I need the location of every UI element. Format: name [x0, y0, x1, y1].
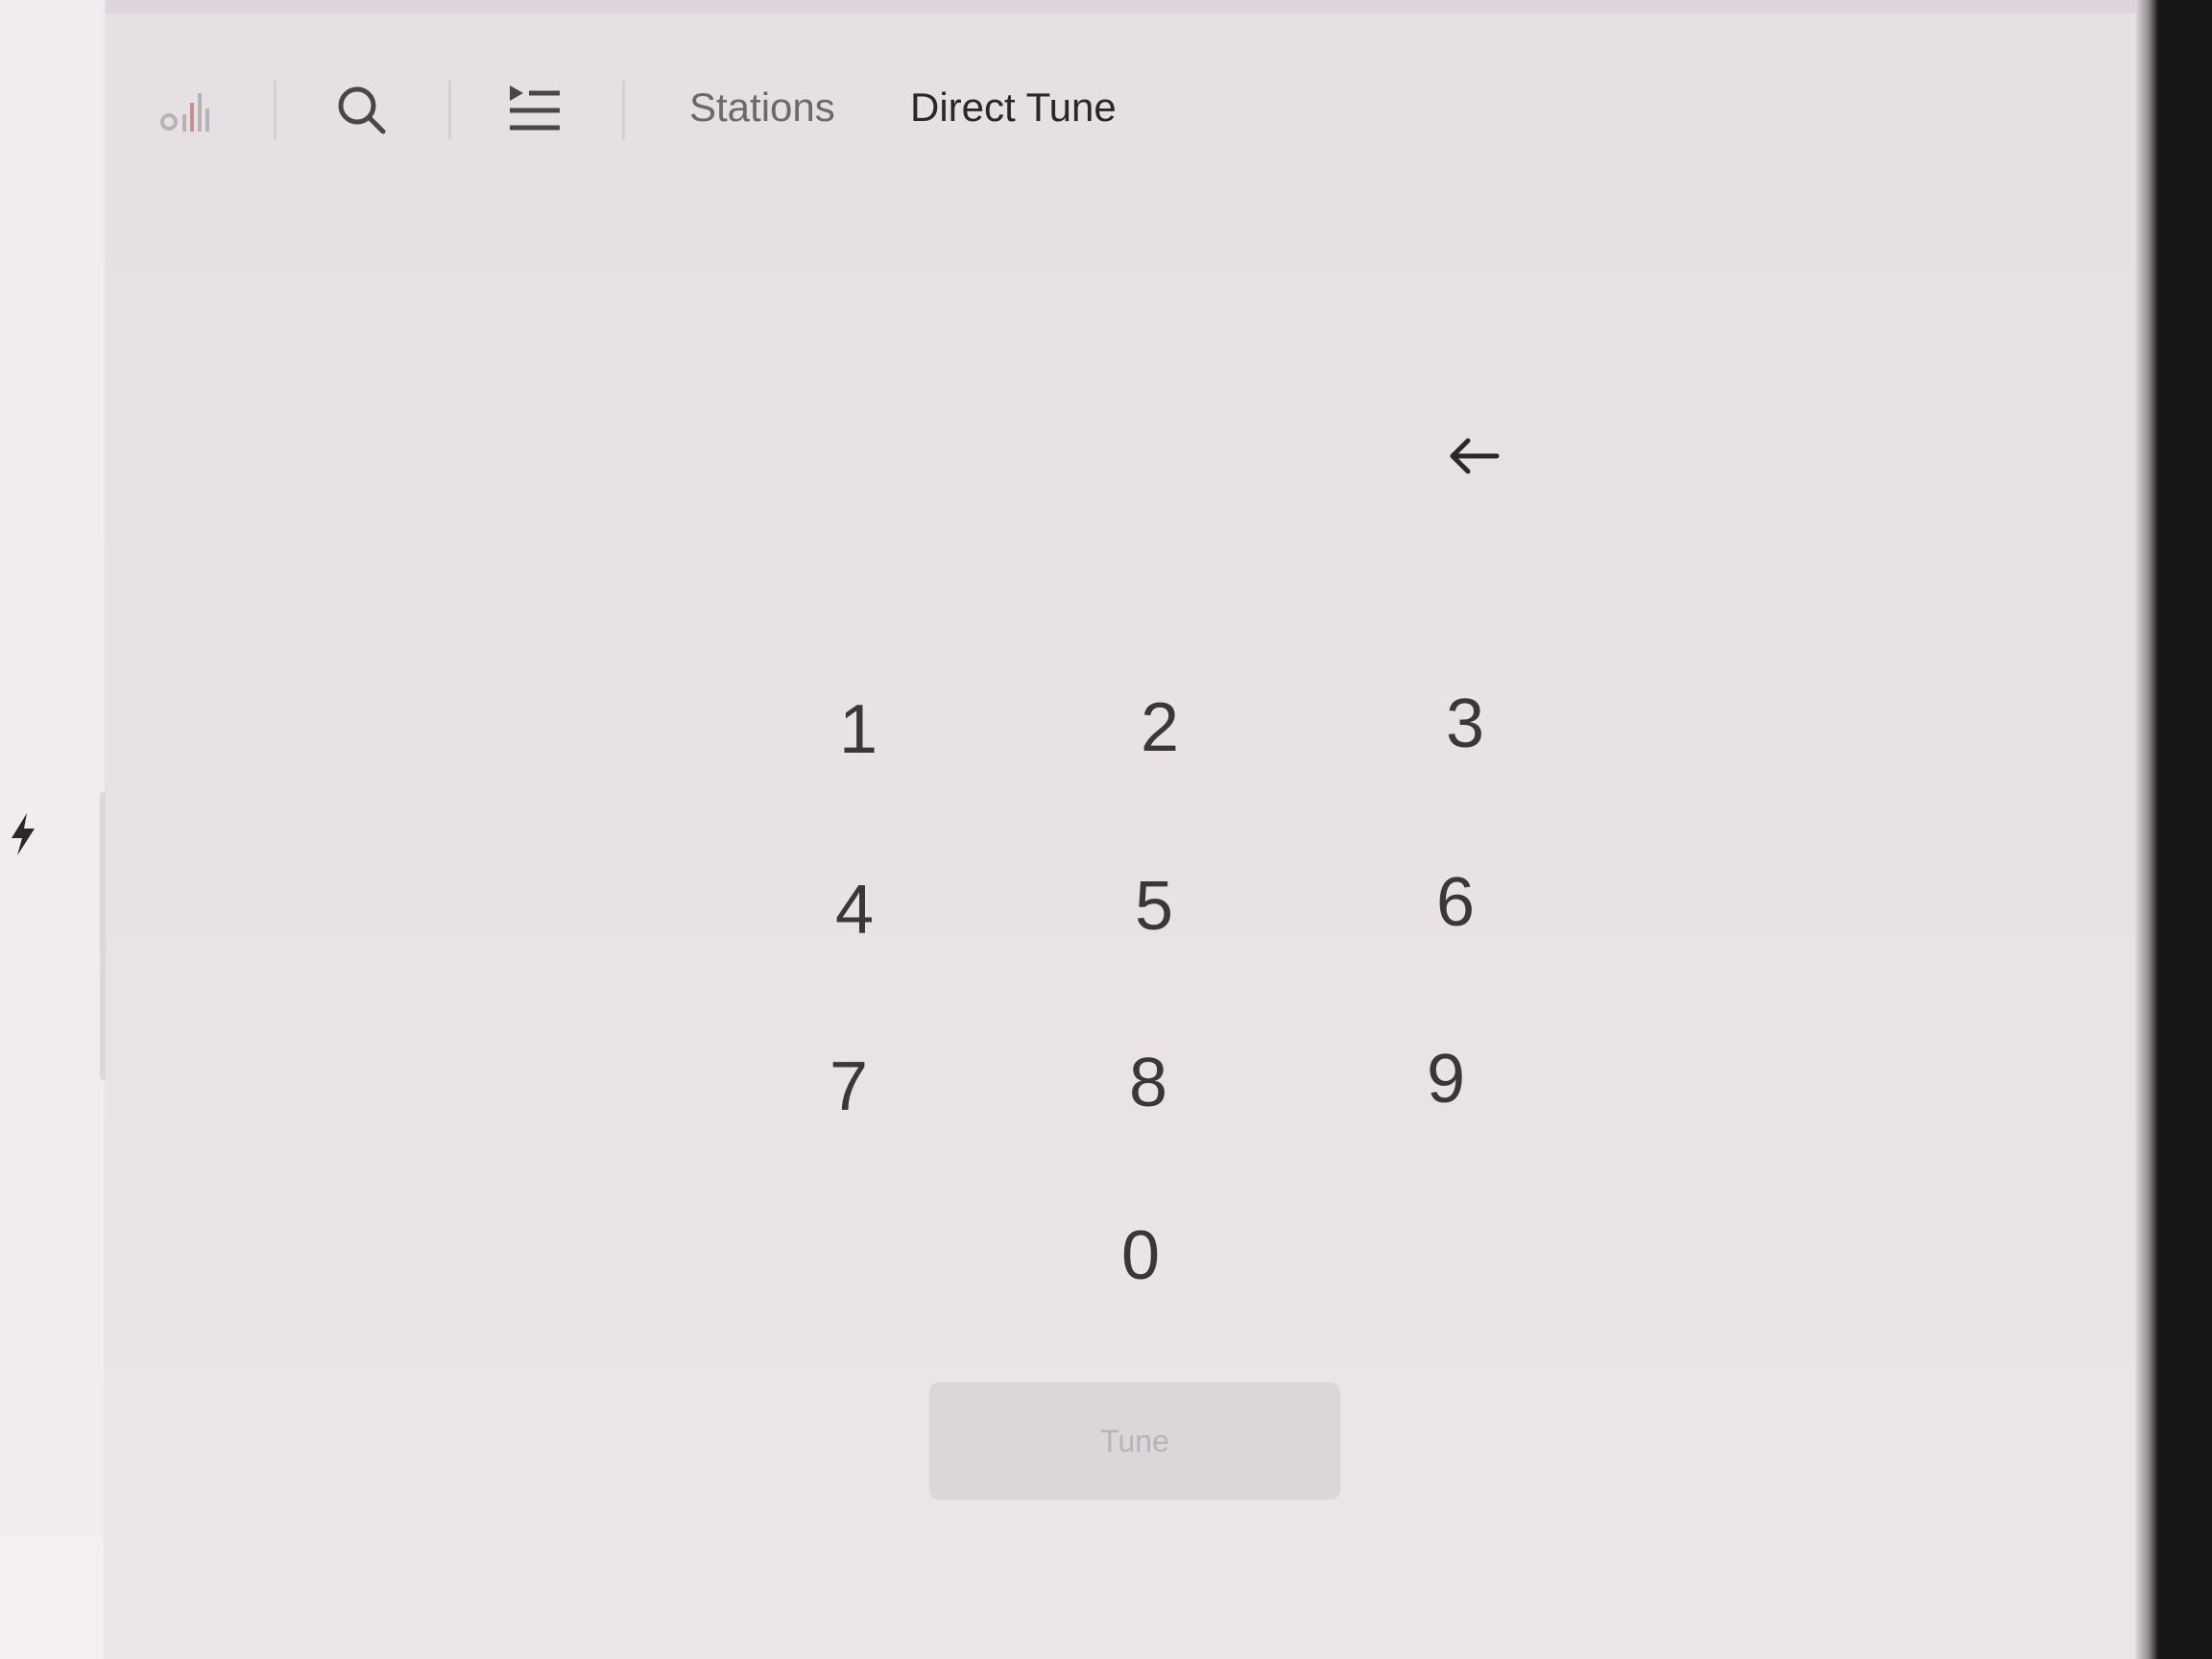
keypad-key-3[interactable]: 3 [1407, 666, 1523, 781]
keypad-key-5[interactable]: 5 [1096, 849, 1212, 964]
top-navigation: Stations Direct Tune [106, 67, 1354, 154]
nav-separator [448, 81, 451, 140]
keypad-key-0[interactable]: 0 [1083, 1198, 1198, 1313]
nav-separator [274, 81, 276, 140]
top-edge [106, 0, 2135, 13]
search-icon[interactable] [328, 77, 396, 144]
tune-button[interactable]: Tune [929, 1382, 1340, 1500]
backspace-button[interactable] [1440, 427, 1507, 485]
keypad-key-9[interactable]: 9 [1388, 1022, 1503, 1137]
nav-separator [622, 81, 625, 140]
arrow-left-icon [1450, 438, 1500, 474]
keypad-key-7[interactable]: 7 [791, 1029, 906, 1144]
tab-direct-tune[interactable]: Direct Tune [910, 84, 1117, 131]
equalizer-icon[interactable] [154, 77, 221, 144]
lightning-bolt-icon[interactable] [6, 811, 40, 857]
queue-icon[interactable] [501, 77, 568, 144]
left-sidebar [0, 0, 108, 1659]
keypad-key-8[interactable]: 8 [1091, 1025, 1206, 1141]
tab-stations[interactable]: Stations [689, 84, 835, 131]
sidebar-bottom-panel [0, 1536, 104, 1659]
keypad-key-6[interactable]: 6 [1398, 845, 1513, 960]
screen-bezel [2135, 0, 2212, 1659]
keypad-key-4[interactable]: 4 [797, 853, 912, 968]
keypad-key-2[interactable]: 2 [1102, 670, 1217, 785]
keypad-key-1[interactable]: 1 [801, 672, 916, 787]
